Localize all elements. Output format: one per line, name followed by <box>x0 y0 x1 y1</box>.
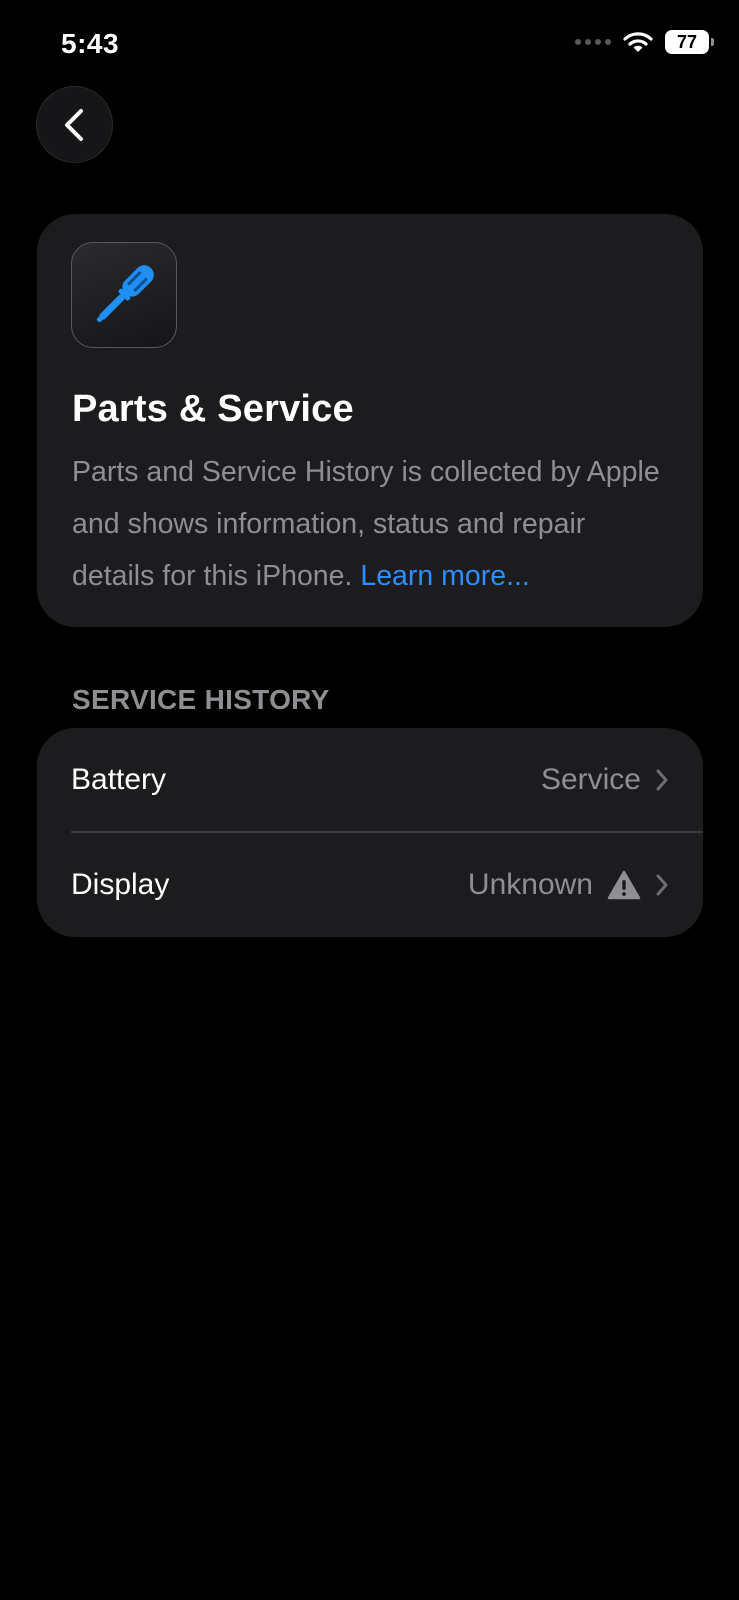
row-right: Unknown <box>468 868 669 902</box>
service-history-header: SERVICE HISTORY <box>72 684 330 715</box>
chevron-right-icon <box>656 769 668 791</box>
status-bar: 5:43 77 <box>0 0 739 90</box>
wifi-icon <box>623 32 653 52</box>
card-description: Parts and Service History is collected b… <box>72 446 672 602</box>
status-icons: 77 <box>575 30 714 54</box>
service-history-list: Battery Service Display Unknown <box>37 728 703 937</box>
parts-service-info-card: Parts & Service Parts and Service Histor… <box>37 214 703 627</box>
learn-more-link[interactable]: Learn more... <box>360 560 530 592</box>
row-label: Display <box>71 868 170 901</box>
status-time: 5:43 <box>61 28 120 59</box>
service-row-battery[interactable]: Battery Service <box>37 728 703 832</box>
warning-icon <box>607 870 641 900</box>
battery-icon: 77 <box>665 30 714 54</box>
screwdriver-icon <box>96 265 154 323</box>
row-right: Service <box>541 763 669 797</box>
chevron-right-icon <box>656 874 668 896</box>
row-value: Unknown <box>467 868 593 901</box>
service-row-display[interactable]: Display Unknown <box>37 833 703 937</box>
page-title: Parts & Service <box>72 388 354 430</box>
battery-level: 77 <box>676 31 698 52</box>
cellular-signal-icon <box>575 39 611 45</box>
app-icon <box>71 242 177 348</box>
row-value: Service <box>540 763 641 796</box>
screen: 5:43 77 Parts & Service Parts and Servic… <box>0 0 739 1600</box>
row-label: Battery <box>71 763 167 796</box>
chevron-left-icon <box>64 108 83 141</box>
back-button[interactable] <box>36 86 113 163</box>
